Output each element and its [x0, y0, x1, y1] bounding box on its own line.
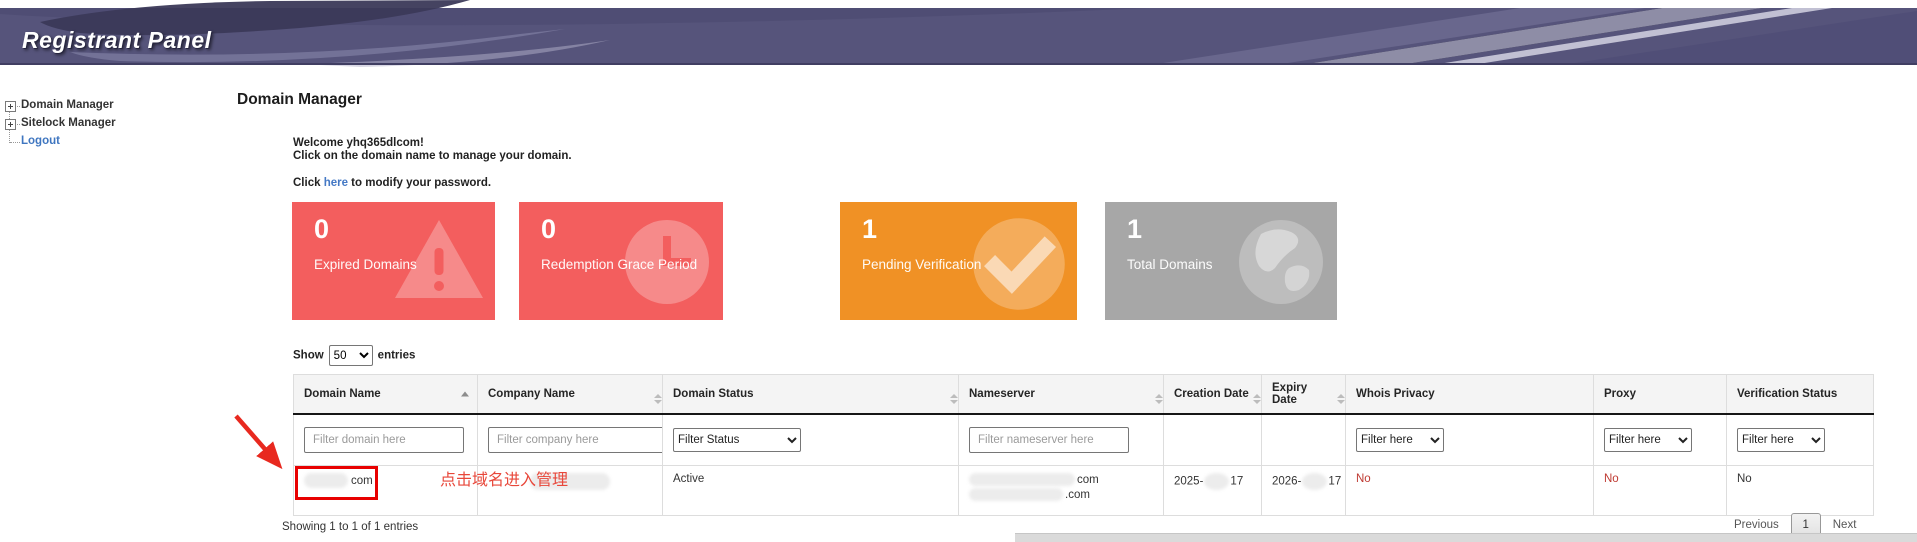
- whois-privacy-cell: No: [1346, 466, 1594, 516]
- stat-value: 1: [862, 214, 877, 245]
- column-header-nameserver[interactable]: Nameserver: [959, 375, 1164, 415]
- password-hint: Click here to modify your password.: [293, 177, 491, 189]
- stat-value: 1: [1127, 214, 1142, 245]
- sidebar-item-label[interactable]: Domain Manager: [21, 99, 114, 111]
- expiry-date-prefix: 2026-: [1272, 476, 1301, 488]
- company-filter-input[interactable]: [488, 427, 663, 453]
- sort-ascending-icon[interactable]: [461, 392, 469, 397]
- welcome-line-2: Click on the domain name to manage your …: [293, 150, 572, 163]
- annotation-highlight-box: [295, 466, 378, 500]
- column-label: Domain Status: [673, 388, 754, 400]
- status-filter-select[interactable]: Filter Status: [673, 428, 801, 452]
- stat-value: 0: [314, 214, 329, 245]
- stat-label: Pending Verification: [862, 257, 981, 272]
- redacted-date-blob: [1204, 473, 1229, 490]
- stat-card-total-domains: 1 Total Domains: [1105, 202, 1337, 320]
- stat-card-redemption-grace: 0 Redemption Grace Period: [519, 202, 723, 320]
- registrant-panel-page: Registrant Panel Domain Manager Sitelock…: [0, 0, 1917, 542]
- proxy-filter-select[interactable]: Filter here: [1604, 428, 1692, 452]
- banner-swoosh-art: [0, 0, 1917, 70]
- column-label: Whois Privacy: [1356, 388, 1435, 400]
- domains-table: Domain Name Company Name Domain Status N…: [293, 374, 1874, 516]
- welcome-text: Welcome yhq365dlcom! Click on the domain…: [293, 137, 572, 163]
- globe-icon: [1231, 212, 1331, 312]
- password-hint-pre: Click: [293, 177, 324, 189]
- column-label: Proxy: [1604, 388, 1636, 400]
- entries-label: entries: [378, 350, 416, 362]
- app-title: Registrant Panel: [22, 27, 212, 54]
- nameserver-visible-text: .com: [1065, 489, 1090, 501]
- redacted-date-blob: [1302, 473, 1327, 490]
- nameserver-visible-text: com: [1077, 474, 1099, 486]
- creation-date-prefix: 2025-: [1174, 476, 1203, 488]
- creation-date-suffix: 17: [1230, 476, 1243, 488]
- table-header-row: Domain Name Company Name Domain Status N…: [294, 375, 1874, 415]
- stat-card-pending-verification: 1 Pending Verification: [840, 202, 1077, 320]
- welcome-line-1: Welcome yhq365dlcom!: [293, 137, 572, 150]
- column-header-expiry-date[interactable]: Expiry Date: [1262, 375, 1346, 415]
- stat-label: Total Domains: [1127, 257, 1213, 272]
- domain-status-cell: Active: [663, 466, 959, 516]
- nameserver-cell: com .com: [959, 466, 1164, 516]
- expiry-date-suffix: 17: [1328, 476, 1341, 488]
- logout-link[interactable]: Logout: [21, 135, 60, 147]
- stat-value: 0: [541, 214, 556, 245]
- show-label: Show: [293, 350, 324, 362]
- proxy-cell: No: [1594, 466, 1727, 516]
- column-header-creation-date[interactable]: Creation Date: [1164, 375, 1262, 415]
- verification-filter-select[interactable]: Filter here: [1737, 428, 1825, 452]
- tree-connector: [10, 142, 20, 144]
- expand-plus-icon[interactable]: [5, 119, 16, 130]
- bottom-window-strip: [1015, 533, 1917, 542]
- verification-status-cell: No: [1727, 466, 1874, 516]
- password-hint-post: to modify your password.: [348, 177, 491, 189]
- column-header-verification-status: Verification Status: [1727, 375, 1874, 415]
- nameserver-filter-input[interactable]: [969, 427, 1129, 453]
- page-title: Domain Manager: [237, 91, 362, 109]
- column-label: Verification Status: [1737, 388, 1837, 400]
- expiry-date-cell: 2026- 17: [1262, 466, 1346, 516]
- column-label: Domain Name: [304, 388, 381, 400]
- annotation-text: 点击域名进入管理: [440, 466, 568, 490]
- page-size-control: Show 50 entries: [293, 345, 415, 366]
- check-circle-icon: [967, 212, 1071, 316]
- header-banner: Registrant Panel: [0, 0, 1917, 70]
- column-header-domain-name[interactable]: Domain Name: [294, 375, 478, 415]
- annotation-arrow: [222, 402, 302, 482]
- column-header-domain-status[interactable]: Domain Status: [663, 375, 959, 415]
- stat-card-expired-domains: 0 Expired Domains: [292, 202, 495, 320]
- redacted-nameserver-blob: [969, 473, 1075, 486]
- empty-filter-cell: [1262, 414, 1346, 466]
- column-label: Expiry Date: [1272, 382, 1307, 406]
- sidebar-item-label[interactable]: Sitelock Manager: [21, 117, 116, 129]
- column-header-company-name[interactable]: Company Name: [478, 375, 663, 415]
- creation-date-cell: 2025- 17: [1164, 466, 1262, 516]
- empty-filter-cell: [1164, 414, 1262, 466]
- table-info-text: Showing 1 to 1 of 1 entries: [282, 521, 418, 533]
- expand-plus-icon[interactable]: [5, 101, 16, 112]
- page-size-select[interactable]: 50: [329, 345, 373, 366]
- whois-filter-select[interactable]: Filter here: [1356, 428, 1444, 452]
- column-label: Nameserver: [969, 388, 1035, 400]
- domain-filter-input[interactable]: [304, 427, 464, 453]
- column-header-whois-privacy: Whois Privacy: [1346, 375, 1594, 415]
- table-filter-row: Filter Status Filter here Filter here Fi…: [294, 414, 1874, 466]
- stat-label: Expired Domains: [314, 257, 417, 272]
- stat-label: Redemption Grace Period: [541, 257, 697, 272]
- column-label: Company Name: [488, 388, 575, 400]
- modify-password-link[interactable]: here: [324, 177, 348, 189]
- redacted-nameserver-blob: [969, 488, 1063, 501]
- column-header-proxy: Proxy: [1594, 375, 1727, 415]
- column-label: Creation Date: [1174, 388, 1249, 400]
